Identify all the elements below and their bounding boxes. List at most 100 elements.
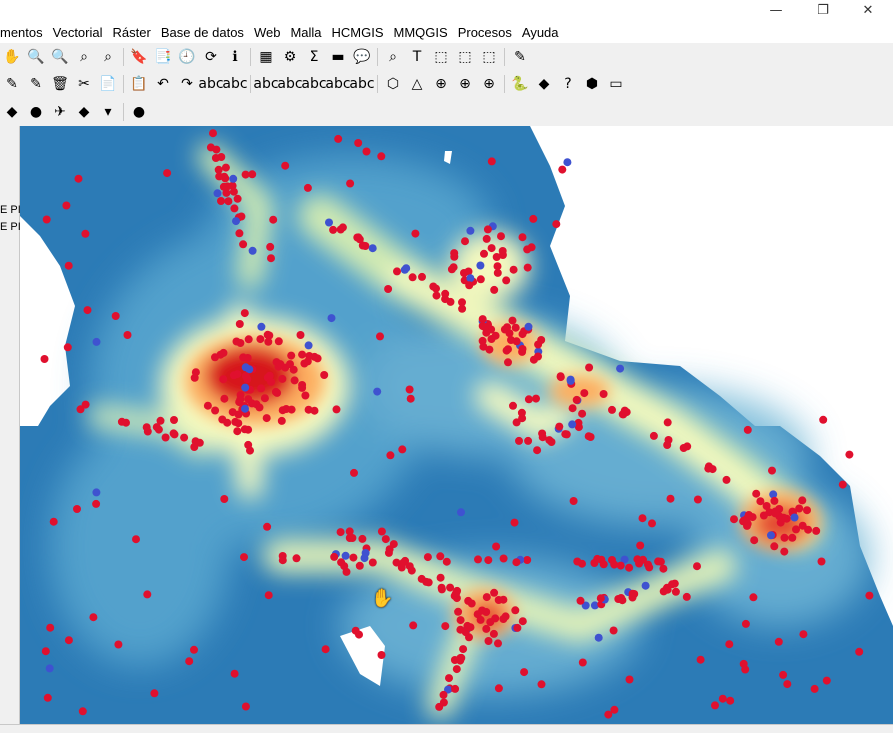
map-point-red — [230, 669, 239, 678]
toolbar-tool-icon[interactable]: ✈ — [50, 102, 70, 122]
toolbar-tool-icon[interactable]: ⚙ — [280, 47, 300, 67]
menu-item-malla[interactable]: Malla — [285, 25, 326, 40]
layer-label[interactable]: E PI — [0, 221, 21, 233]
toolbar-tool-icon[interactable]: abc — [277, 74, 302, 94]
toolbar-tool-icon[interactable]: ⬡ — [383, 74, 403, 94]
map-point-red — [458, 298, 466, 307]
map-point-red — [123, 331, 132, 339]
toolbar-tool-icon[interactable]: △ — [407, 74, 427, 94]
toolbar-tool-icon[interactable]: ⬚ — [479, 47, 499, 67]
map-point-red — [625, 675, 634, 684]
toolbar-tool-icon[interactable]: ℹ — [225, 47, 245, 67]
menu-item-complementos[interactable]: mentos — [0, 25, 48, 40]
map-point-red — [143, 590, 152, 599]
toolbar-tool-icon[interactable]: abc — [253, 74, 278, 94]
toolbar-tool-icon[interactable]: abc — [325, 74, 350, 94]
menu-item-procesos[interactable]: Procesos — [453, 25, 517, 40]
map-point-red — [384, 285, 393, 293]
toolbar-tool-icon[interactable]: ⌕ — [98, 47, 118, 67]
map-point-red — [296, 331, 305, 339]
toolbar-tool-icon[interactable]: 📄 — [98, 74, 118, 94]
menu-item-ayuda[interactable]: Ayuda — [517, 25, 564, 40]
map-point-red — [608, 405, 616, 414]
map-point-red — [338, 223, 347, 232]
toolbar-tool-icon[interactable]: Σ — [304, 47, 324, 67]
toolbar-tool-icon[interactable]: abc — [198, 74, 223, 94]
map-point-red — [693, 562, 701, 571]
toolbar-tool-icon[interactable]: ◆ — [534, 74, 554, 94]
minimize-icon[interactable]: — — [756, 0, 796, 21]
toolbar-tool-icon[interactable]: ● — [129, 102, 149, 122]
map-point-red — [792, 525, 800, 534]
toolbar-tool-icon[interactable]: ✎ — [510, 47, 530, 67]
toolbar-tool-icon[interactable]: ✎ — [26, 74, 46, 94]
toolbar-tool-icon[interactable]: ↶ — [153, 74, 173, 94]
toolbar-tool-icon[interactable]: ▦ — [256, 47, 276, 67]
map-point-red — [229, 187, 238, 196]
toolbar-tool-icon[interactable]: ⊕ — [479, 74, 499, 94]
map-point-red — [555, 422, 564, 431]
toolbar-tool-icon[interactable]: abc — [222, 74, 247, 94]
map-point-red — [405, 385, 414, 394]
map-point-red — [266, 242, 275, 251]
map-point-red — [494, 684, 503, 693]
map-point-red — [358, 534, 367, 543]
restore-icon[interactable]: ❐ — [803, 0, 843, 21]
toolbar-tool-icon[interactable]: 🔍 — [50, 47, 70, 67]
toolbar-tool-icon[interactable]: ✎ — [2, 74, 22, 94]
map-point-red — [845, 450, 854, 459]
toolbar-tool-icon[interactable]: abc — [301, 74, 326, 94]
menu-item-hcmgis[interactable]: HCMGIS — [327, 25, 389, 40]
toolbar-tool-icon[interactable]: ? — [558, 74, 578, 94]
map-point-red — [278, 556, 287, 565]
toolbar-tool-icon[interactable]: ◆ — [74, 102, 94, 122]
toolbar-tool-icon[interactable]: 🔖 — [129, 47, 149, 67]
map-point-red — [478, 315, 487, 324]
menu-item-web[interactable]: Web — [249, 25, 286, 40]
toolbar-tool-icon[interactable]: ⊕ — [431, 74, 451, 94]
map-point-red — [439, 690, 448, 699]
toolbar-tool-icon[interactable]: ⬚ — [431, 47, 451, 67]
toolbar-tool-icon[interactable]: 🔍 — [26, 47, 46, 67]
toolbar-tool-icon[interactable]: 🕘 — [177, 47, 197, 67]
map-point-red — [368, 558, 377, 567]
map-point-red — [819, 415, 828, 424]
toolbar-tool-icon[interactable]: ◆ — [2, 102, 22, 122]
map-point-red — [493, 268, 502, 277]
toolbar-tool-icon[interactable]: 💬 — [352, 47, 372, 67]
menu-item-base-de-datos[interactable]: Base de datos — [156, 25, 249, 40]
toolbar-tool-icon[interactable]: ⟳ — [201, 47, 221, 67]
map-point-red — [523, 245, 532, 254]
map-point-red — [228, 408, 237, 417]
toolbar-tool-icon[interactable]: abc — [349, 74, 374, 94]
toolbar-tool-icon[interactable]: 🗑 — [50, 74, 70, 94]
toolbar-tool-icon[interactable]: ▬ — [328, 47, 348, 67]
toolbar-tool-icon[interactable]: ⊕ — [455, 74, 475, 94]
close-icon[interactable]: ✕ — [848, 0, 888, 21]
map-point-red — [741, 619, 750, 628]
menu-item-vectorial[interactable]: Vectorial — [48, 25, 108, 40]
toolbar-tool-icon[interactable]: 📑 — [153, 47, 173, 67]
toolbar-tool-icon[interactable]: ⬚ — [455, 47, 475, 67]
toolbar-tool-icon[interactable]: ▭ — [606, 74, 626, 94]
toolbar-tool-icon[interactable]: ✂ — [74, 74, 94, 94]
layer-label[interactable]: E PI — [0, 204, 21, 216]
toolbar-tool-icon[interactable]: ● — [26, 102, 46, 122]
toolbar-tool-icon[interactable]: ⌕ — [383, 47, 403, 67]
map-point-red — [432, 284, 440, 293]
toolbar-tool-icon[interactable]: ⌕ — [74, 47, 94, 67]
menu-item-mmqgis[interactable]: MMQGIS — [389, 25, 453, 40]
map-point-red — [265, 371, 274, 380]
map-point-red — [220, 495, 229, 503]
toolbar-tool-icon[interactable]: ▾ — [98, 102, 118, 122]
toolbar-tool-icon[interactable]: T — [407, 47, 427, 67]
map-point-red — [799, 630, 808, 639]
toolbar-tool-icon[interactable]: ⬢ — [582, 74, 602, 94]
toolbar-tool-icon[interactable]: 🐍 — [510, 74, 530, 94]
map-canvas[interactable]: ✋ — [20, 126, 893, 724]
map-point-blue — [476, 261, 485, 270]
menu-item-raster[interactable]: Ráster — [108, 25, 156, 40]
toolbar-tool-icon[interactable]: ↷ — [177, 74, 197, 94]
toolbar-tool-icon[interactable]: ✋ — [2, 47, 22, 67]
toolbar-tool-icon[interactable]: 📋 — [129, 74, 149, 94]
